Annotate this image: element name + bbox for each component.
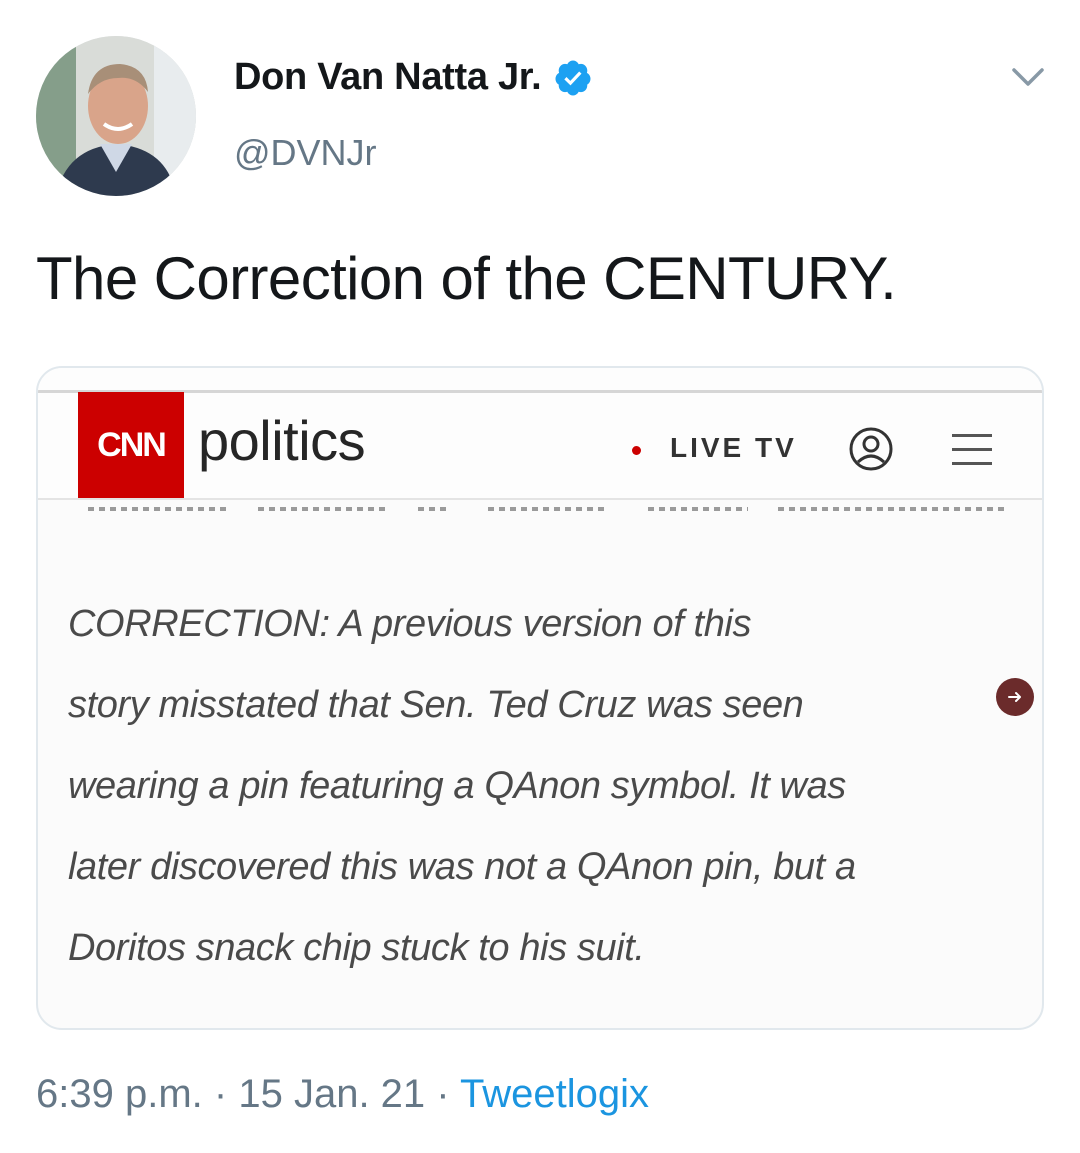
tweet-meta: 6:39 p.m. · 15 Jan. 21 · Tweetlogix: [36, 1072, 649, 1117]
arrow-right-button[interactable]: [996, 678, 1034, 716]
live-dot-icon: [632, 446, 641, 455]
verified-badge-icon: [555, 60, 591, 95]
correction-line: wearing a pin featuring a QAnon symbol. …: [68, 765, 846, 807]
correction-text: CORRECTION: A previous version of this s…: [68, 584, 1028, 989]
correction-line: later discovered this was not a QAnon pi…: [68, 846, 856, 888]
menu-icon: [952, 434, 992, 465]
author-handle[interactable]: @DVNJr: [234, 132, 377, 174]
cnn-section-title: politics: [198, 409, 366, 472]
tweet-time[interactable]: 6:39 p.m.: [36, 1072, 203, 1116]
tweet-source-link[interactable]: Tweetlogix: [460, 1072, 649, 1116]
correction-line: Doritos snack chip stuck to his suit.: [68, 927, 645, 969]
author-name-row[interactable]: Don Van Natta Jr.: [234, 56, 593, 99]
cnn-logo: CNN: [78, 392, 184, 498]
separator: ·: [436, 1072, 450, 1116]
person-photo-icon: [36, 36, 196, 196]
correction-line: story misstated that Sen. Ted Cruz was s…: [68, 684, 804, 726]
separator: ·: [213, 1072, 228, 1116]
avatar[interactable]: [36, 36, 196, 196]
tweet: Don Van Natta Jr. @DVNJr The Correction …: [0, 0, 1080, 1153]
tweet-text: The Correction of the CENTURY.: [36, 245, 897, 312]
divider: [38, 390, 1042, 393]
user-icon: [849, 427, 893, 471]
correction-line: CORRECTION: A previous version of this: [68, 603, 752, 645]
arrow-right-icon: [1008, 692, 1021, 702]
live-tv-label: LIVE TV: [670, 432, 797, 463]
author-display-name[interactable]: Don Van Natta Jr.: [234, 56, 542, 99]
chevron-down-icon[interactable]: [1008, 60, 1048, 94]
media-card[interactable]: CNN politics LIVE TV CORRECTION: A previ…: [36, 366, 1044, 1030]
cnn-header: CNN politics LIVE TV: [38, 368, 1042, 500]
cut-off-text-line: [88, 507, 1008, 511]
tweet-date[interactable]: 15 Jan. 21: [238, 1072, 425, 1116]
